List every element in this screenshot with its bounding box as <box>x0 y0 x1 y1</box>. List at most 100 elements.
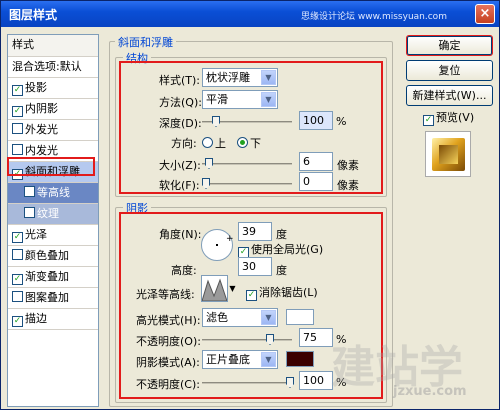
texture-item[interactable]: 纹理 <box>8 204 98 225</box>
technique-select[interactable]: 平滑 ▼ <box>202 90 278 109</box>
altitude-unit: 度 <box>276 264 287 277</box>
style-select[interactable]: 枕状浮雕 ▼ <box>202 68 278 87</box>
preview-image <box>432 138 465 171</box>
reset-button[interactable]: 复位 <box>406 60 493 81</box>
shadow-opacity-input[interactable]: 100 <box>299 371 333 390</box>
bevel-group-title: 斜面和浮雕 <box>115 34 176 50</box>
title-bar: 图层样式 思缘设计论坛 www.missyuan.com × <box>1 1 499 27</box>
chevron-down-icon: ▼ <box>261 310 276 325</box>
pattern-overlay-item[interactable]: 图案叠加 <box>8 288 98 309</box>
size-slider[interactable] <box>202 158 292 169</box>
list-item-label: 图案叠加 <box>25 291 69 304</box>
preview-thumbnail <box>425 131 471 177</box>
highlight-mode-label: 高光模式(H): <box>136 314 201 327</box>
window-title: 图层样式 <box>9 8 58 22</box>
checkbox-checked[interactable]: ✓ <box>12 274 23 285</box>
outer-glow-item[interactable]: 外发光 <box>8 120 98 141</box>
checkbox-checked[interactable]: ✓ <box>12 232 23 243</box>
direction-up-option[interactable]: 上 <box>202 135 226 151</box>
altitude-input[interactable]: 30 <box>238 257 272 276</box>
style-label: 样式(T): <box>159 74 201 87</box>
checkbox-checked[interactable]: ✓ <box>12 316 23 327</box>
style-list: 样式 混合选项:默认 ✓ 投影 ✓ 内阴影 外发光 内发光 ✓ 斜面和浮雕 等高线 纹… <box>7 34 99 407</box>
preview-option[interactable]: ✓ 预览(V) <box>423 109 474 126</box>
radio-up[interactable] <box>202 137 213 148</box>
gloss-contour-label: 光泽等高线: <box>136 288 195 301</box>
altitude-label: 高度: <box>171 264 197 277</box>
checkbox-unchecked[interactable] <box>12 123 23 134</box>
global-light-option[interactable]: ✓ 使用全局光(G) <box>238 241 323 258</box>
highlight-opacity-label: 不透明度(O): <box>136 335 201 348</box>
checkbox-checked[interactable]: ✓ <box>423 115 434 126</box>
chevron-down-icon: ▼ <box>261 92 276 107</box>
angle-label: 角度(N): <box>159 228 202 241</box>
list-item-label: 光泽 <box>25 228 47 241</box>
highlight-color-swatch[interactable] <box>286 309 314 325</box>
close-button[interactable]: × <box>475 4 495 24</box>
checkbox-unchecked[interactable] <box>12 144 23 155</box>
direction-down-label: 下 <box>250 137 261 150</box>
gloss-contour-preview[interactable] <box>201 275 228 302</box>
new-style-button[interactable]: 新建样式(W)... <box>406 85 493 106</box>
highlight-opacity-input[interactable]: 75 <box>299 328 333 347</box>
shadow-opacity-slider[interactable] <box>202 377 294 388</box>
radio-down[interactable] <box>237 137 248 148</box>
soften-slider[interactable] <box>202 178 292 189</box>
shadow-mode-value: 正片叠底 <box>206 353 250 366</box>
preview-label: 预览(V) <box>436 111 475 124</box>
angle-input[interactable]: 39 <box>238 222 272 241</box>
list-item-label: 投影 <box>25 81 47 94</box>
checkbox-checked[interactable]: ✓ <box>246 290 257 301</box>
chevron-down-icon: ▼ <box>261 70 276 85</box>
watermark-url: jzxue.com <box>393 384 467 399</box>
checkbox-unchecked[interactable] <box>12 291 23 302</box>
color-overlay-item[interactable]: 颜色叠加 <box>8 246 98 267</box>
ok-button[interactable]: 确定 <box>406 35 493 56</box>
list-item-label: 纹理 <box>37 207 59 220</box>
chevron-down-icon: ▼ <box>261 352 276 367</box>
depth-slider[interactable] <box>202 116 292 127</box>
highlight-mode-select[interactable]: 滤色 ▼ <box>202 308 278 327</box>
satin-item[interactable]: ✓ 光泽 <box>8 225 98 246</box>
angle-unit: 度 <box>276 228 287 241</box>
shadow-mode-label: 阴影模式(A): <box>136 356 200 369</box>
dial-center <box>216 244 218 246</box>
contour-curve-icon <box>201 278 228 302</box>
checkbox-checked[interactable]: ✓ <box>12 85 23 96</box>
checkbox-unchecked[interactable] <box>24 186 35 197</box>
direction-label: 方向: <box>171 137 197 150</box>
inner-shadow-item[interactable]: ✓ 内阴影 <box>8 99 98 120</box>
blend-options-item[interactable]: 混合选项:默认 <box>8 57 98 78</box>
layer-style-dialog: 图层样式 思缘设计论坛 www.missyuan.com × 样式 混合选项:默… <box>0 0 500 410</box>
depth-input[interactable]: 100 <box>299 111 333 130</box>
drop-shadow-item[interactable]: ✓ 投影 <box>8 78 98 99</box>
chevron-down-icon[interactable]: ▼ <box>228 283 237 295</box>
technique-label: 方法(Q): <box>159 96 202 109</box>
depth-label: 深度(D): <box>159 117 202 130</box>
size-input[interactable]: 6 <box>299 152 333 171</box>
shadow-mode-select[interactable]: 正片叠底 ▼ <box>202 350 278 369</box>
highlight-opacity-slider[interactable] <box>202 334 292 345</box>
size-unit: 像素 <box>337 159 359 172</box>
checkbox-unchecked[interactable] <box>24 207 35 218</box>
soften-input[interactable]: 0 <box>299 172 333 191</box>
list-item-label: 混合选项:默认 <box>12 60 82 73</box>
direction-down-option[interactable]: 下 <box>237 135 261 151</box>
contour-item[interactable]: 等高线 <box>8 183 98 204</box>
shadow-opacity-label: 不透明度(C): <box>136 378 200 391</box>
checkbox-unchecked[interactable] <box>12 249 23 260</box>
shadow-color-swatch[interactable] <box>286 351 314 367</box>
list-item-label: 渐变叠加 <box>25 270 69 283</box>
direction-up-label: 上 <box>215 137 226 150</box>
size-label: 大小(Z): <box>159 159 201 172</box>
depth-unit: % <box>336 115 347 128</box>
checkbox-checked[interactable]: ✓ <box>12 106 23 117</box>
soften-unit: 像素 <box>337 179 359 192</box>
soften-label: 软化(F): <box>159 179 200 192</box>
highlight-box <box>7 157 95 176</box>
site-watermark: 思缘设计论坛 www.missyuan.com <box>301 12 447 22</box>
angle-dial[interactable]: + <box>201 229 234 261</box>
antialias-option[interactable]: ✓ 消除锯齿(L) <box>246 284 318 301</box>
gradient-overlay-item[interactable]: ✓ 渐变叠加 <box>8 267 98 288</box>
stroke-item[interactable]: ✓ 描边 <box>8 309 98 330</box>
